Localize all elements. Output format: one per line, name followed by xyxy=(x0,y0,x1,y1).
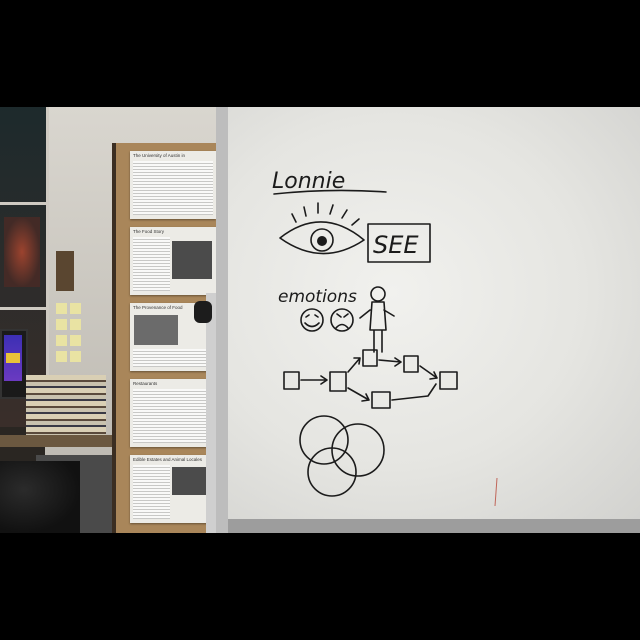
flow-arrow xyxy=(347,387,370,402)
flow-box xyxy=(403,355,419,373)
marker-streak xyxy=(494,477,498,507)
flow-arrow xyxy=(391,383,437,401)
flow-box xyxy=(439,371,458,390)
whiteboard-drawing: Lonnie SEE emotions xyxy=(272,169,498,507)
sad-face-icon xyxy=(330,308,354,332)
flow-arrow xyxy=(378,357,402,367)
flow-arrow xyxy=(347,357,361,373)
eye-icon xyxy=(279,202,365,255)
person-figure-icon xyxy=(359,286,395,353)
happy-face-icon xyxy=(300,308,324,332)
flow-box xyxy=(329,371,347,392)
flow-box xyxy=(371,391,391,409)
emotions-label: emotions xyxy=(278,287,357,307)
see-label: SEE xyxy=(373,231,419,259)
flow-box xyxy=(362,349,378,367)
flow-arrow xyxy=(300,375,328,385)
flow-diagram xyxy=(283,349,458,409)
flow-arrow xyxy=(419,365,438,380)
venn-circles xyxy=(299,415,385,497)
flow-box xyxy=(283,371,300,390)
